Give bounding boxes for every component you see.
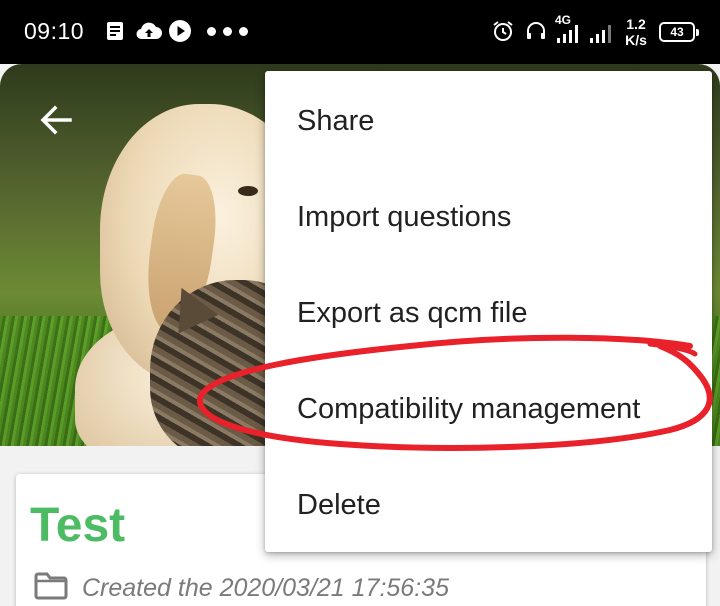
speed-unit: K/s xyxy=(625,32,647,48)
signal-icon xyxy=(557,25,578,43)
arrow-left-icon[interactable] xyxy=(36,100,76,140)
menu-item-delete[interactable]: Delete xyxy=(265,457,712,553)
folder-icon xyxy=(34,572,68,600)
speed-value: 1.2 xyxy=(626,16,646,32)
dog-eye xyxy=(238,186,258,196)
signal-icon xyxy=(590,25,611,43)
play-icon xyxy=(169,20,191,42)
created-date: Created the 2020/03/21 17:56:35 xyxy=(82,574,449,602)
status-time: 09:10 xyxy=(24,18,85,44)
quiz-title: Test xyxy=(30,499,126,552)
network-speed: 1.2 K/s xyxy=(621,16,651,48)
menu-item-share[interactable]: Share xyxy=(265,73,712,169)
overflow-menu: Share Import questions Export as qcm fil… xyxy=(265,71,712,552)
headset-icon xyxy=(527,22,545,39)
status-bar: 09:10 4G 1.2 K/s 43 xyxy=(0,0,720,64)
more-dots-icon xyxy=(207,27,248,36)
menu-item-import-questions[interactable]: Import questions xyxy=(265,169,712,265)
menu-item-export-qcm[interactable]: Export as qcm file xyxy=(265,265,712,361)
battery-icon: 43 xyxy=(659,22,699,42)
menu-item-compatibility-management[interactable]: Compatibility management xyxy=(265,361,712,457)
battery-level: 43 xyxy=(670,25,684,39)
news-icon xyxy=(107,22,123,40)
cloud-upload-icon xyxy=(136,22,162,40)
alarm-icon xyxy=(493,21,513,41)
